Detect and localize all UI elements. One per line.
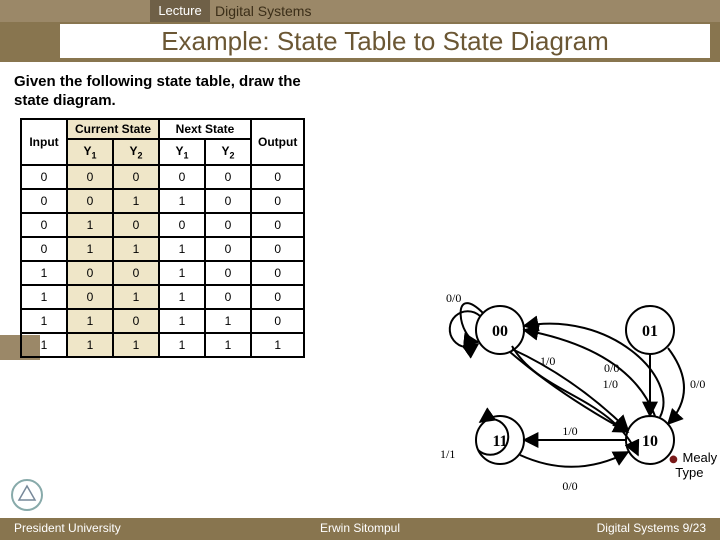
state-11: 11 (492, 433, 507, 450)
title-underline (0, 60, 720, 62)
table-cell: 1 (21, 333, 67, 357)
table-cell: 0 (113, 309, 159, 333)
table-row: 100100 (21, 261, 304, 285)
table-cell: 1 (251, 333, 304, 357)
edge-11-10: 0/0 (562, 479, 577, 493)
table-cell: 0 (251, 285, 304, 309)
prompt-text: Given the following state table, draw th… (14, 72, 314, 110)
table-cell: 1 (67, 309, 113, 333)
edge-01-10-a: 1/0 (603, 377, 618, 391)
col-current-y2: Y2 (113, 139, 159, 165)
table-cell: 1 (21, 285, 67, 309)
table-cell: 1 (159, 261, 205, 285)
table-cell: 1 (205, 333, 251, 357)
table-row: 011100 (21, 237, 304, 261)
table-cell: 0 (251, 261, 304, 285)
state-00: 00 (492, 323, 508, 340)
table-row: 001100 (21, 189, 304, 213)
col-next-y2: Y2 (205, 139, 251, 165)
col-group-current: Current State (67, 119, 159, 139)
table-cell: 1 (67, 213, 113, 237)
mealy-note: ● Mealy Type (668, 450, 717, 480)
table-cell: 0 (159, 165, 205, 189)
table-cell: 1 (159, 285, 205, 309)
col-output: Output (251, 119, 304, 165)
table-row: 010000 (21, 213, 304, 237)
lecture-badge: Lecture (150, 0, 210, 22)
state-10: 10 (642, 433, 658, 450)
edge-10-11: 1/0 (562, 424, 577, 438)
table-cell: 0 (21, 237, 67, 261)
table-cell: 0 (67, 165, 113, 189)
table-cell: 0 (205, 261, 251, 285)
university-logo-icon (10, 478, 44, 512)
top-bar: Lecture Digital Systems (0, 0, 720, 22)
col-input: Input (21, 119, 67, 165)
col-next-y1: Y1 (159, 139, 205, 165)
footer-bar: President University Erwin Sitompul Digi… (0, 518, 720, 540)
table-cell: 1 (159, 237, 205, 261)
table-row: 101100 (21, 285, 304, 309)
table-cell: 1 (21, 309, 67, 333)
table-cell: 1 (67, 237, 113, 261)
table-cell: 1 (67, 333, 113, 357)
table-cell: 0 (113, 165, 159, 189)
table-cell: 0 (251, 213, 304, 237)
table-cell: 0 (21, 165, 67, 189)
table-cell: 0 (251, 189, 304, 213)
edge-11-self: 1/1 (440, 447, 455, 461)
table-row: 111111 (21, 333, 304, 357)
table-cell: 0 (251, 165, 304, 189)
edge-10-00: 0/0 (604, 361, 619, 375)
course-name: Digital Systems (215, 0, 311, 22)
table-cell: 0 (159, 213, 205, 237)
table-cell: 0 (205, 213, 251, 237)
title-bar: Example: State Table to State Diagram (0, 22, 720, 60)
table-cell: 0 (67, 261, 113, 285)
table-cell: 0 (67, 285, 113, 309)
table-cell: 1 (113, 189, 159, 213)
col-current-y1: Y1 (67, 139, 113, 165)
footer-right: Digital Systems 9/23 (597, 521, 706, 535)
table-cell: 1 (159, 333, 205, 357)
table-cell: 0 (113, 213, 159, 237)
col-group-next: Next State (159, 119, 251, 139)
table-cell: 0 (205, 189, 251, 213)
table-cell: 0 (205, 237, 251, 261)
table-cell: 0 (205, 285, 251, 309)
table-cell: 0 (251, 237, 304, 261)
table-cell: 1 (21, 261, 67, 285)
slide-title: Example: State Table to State Diagram (60, 24, 710, 58)
table-cell: 1 (205, 309, 251, 333)
edge-00-10: 1/0 (540, 354, 555, 368)
table-cell: 0 (251, 309, 304, 333)
table-cell: 1 (159, 189, 205, 213)
table-cell: 0 (67, 189, 113, 213)
table-cell: 0 (113, 261, 159, 285)
table-cell: 0 (205, 165, 251, 189)
table-cell: 0 (21, 213, 67, 237)
table-cell: 1 (113, 237, 159, 261)
edge-01-10-b: 0/0 (690, 377, 705, 391)
state-01: 01 (642, 323, 658, 340)
edge-00-self: 0/0 (446, 291, 461, 305)
table-row: 110110 (21, 309, 304, 333)
table-cell: 0 (21, 189, 67, 213)
table-cell: 1 (113, 285, 159, 309)
table-cell: 1 (159, 309, 205, 333)
table-row: 000000 (21, 165, 304, 189)
state-table: Input Current State Next State Output Y1… (20, 118, 305, 358)
table-cell: 1 (113, 333, 159, 357)
